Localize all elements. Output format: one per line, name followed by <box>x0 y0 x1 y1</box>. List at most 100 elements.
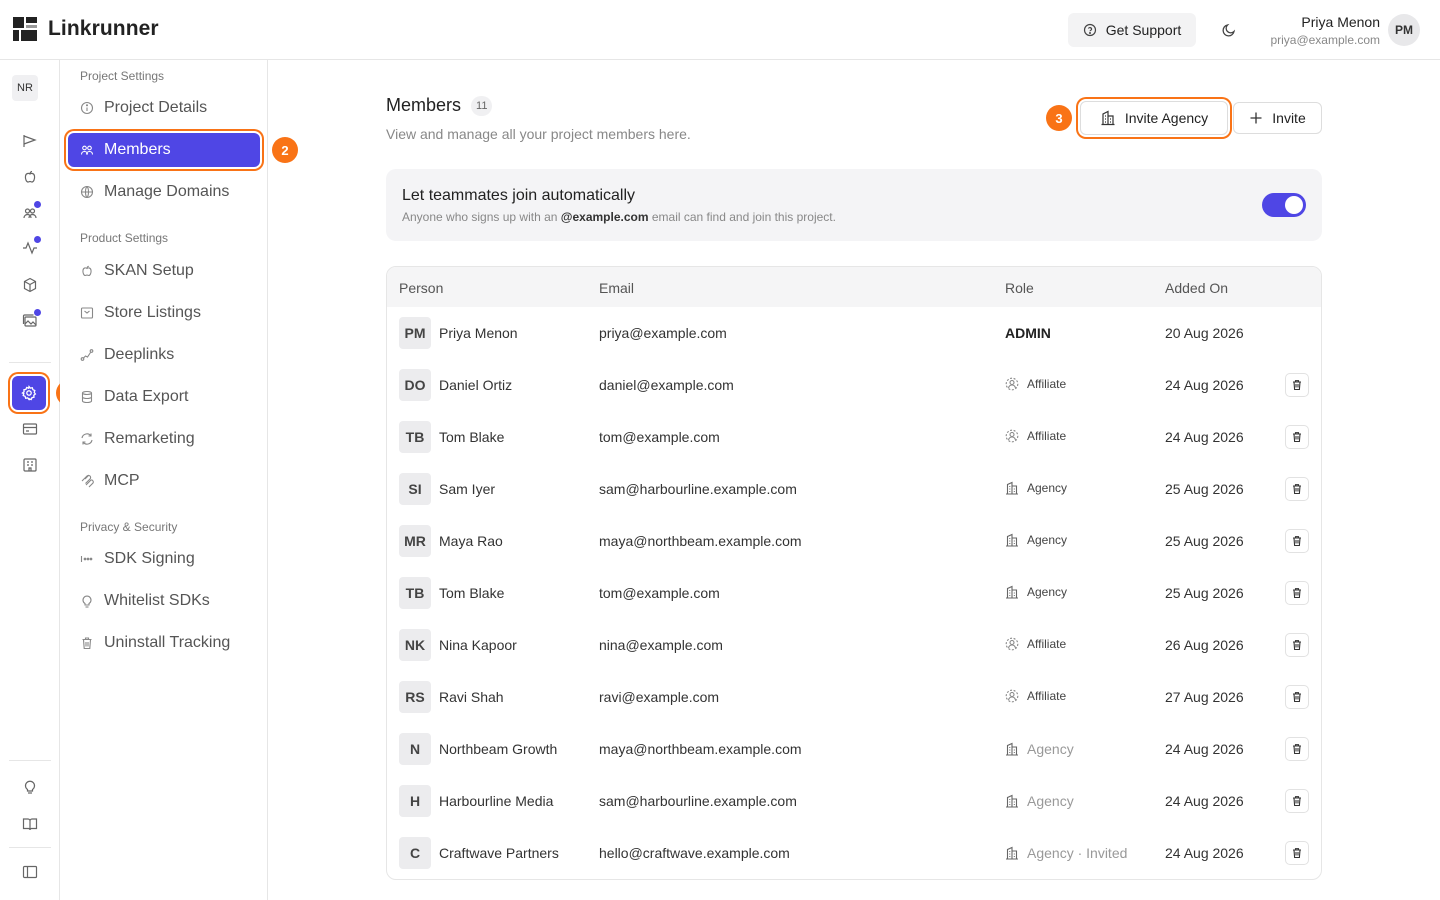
invite-button[interactable]: Invite <box>1233 102 1322 134</box>
role-label: Affiliate <box>1027 689 1067 703</box>
remove-member-button[interactable] <box>1285 789 1309 813</box>
person-name: Northbeam Growth <box>439 741 558 757</box>
table-row: DO Daniel Ortiz daniel@example.com Affiliat… <box>387 359 1321 411</box>
person-avatar: C <box>399 837 431 869</box>
building-icon[interactable] <box>20 455 40 475</box>
book-icon[interactable] <box>20 814 40 834</box>
apple-icon <box>80 264 94 278</box>
role-label: Agency <box>1027 481 1068 495</box>
table-row: N Northbeam Growth maya@northbeam.example.… <box>387 723 1321 775</box>
nav-remarketing[interactable]: Remarketing <box>68 422 260 456</box>
step-badge-2: 2 <box>272 137 298 163</box>
remove-member-button[interactable] <box>1285 373 1309 397</box>
added-on-date: 24 Aug 2026 <box>1165 377 1244 393</box>
remove-member-button[interactable] <box>1285 841 1309 865</box>
person-role: Affiliate <box>1005 377 1066 391</box>
person-role: ADMIN <box>1005 325 1051 341</box>
nav-whitelist-sdks[interactable]: Whitelist SDKs <box>68 584 260 618</box>
nav-uninstall-tracking[interactable]: Uninstall Tracking <box>68 626 260 660</box>
added-on-date: 26 Aug 2026 <box>1165 637 1244 653</box>
nav-mcp[interactable]: MCP <box>68 464 260 498</box>
remove-member-button[interactable] <box>1285 477 1309 501</box>
added-on-date: 24 Aug 2026 <box>1165 741 1244 757</box>
person-name: Ravi Shah <box>439 689 504 705</box>
link-icon <box>80 348 94 362</box>
billing-icon[interactable] <box>20 419 40 439</box>
affiliate-icon <box>1005 689 1019 703</box>
users-icon[interactable] <box>20 201 41 223</box>
table-header: Person Email Role Added On <box>387 267 1321 307</box>
notification-dot <box>34 309 41 316</box>
remove-member-button[interactable] <box>1285 633 1309 657</box>
remove-member-button[interactable] <box>1285 581 1309 605</box>
nav-members[interactable]: Members <box>68 133 260 167</box>
person-email: ravi@example.com <box>599 689 720 705</box>
invite-agency-label: Invite Agency <box>1124 110 1209 126</box>
get-support-button[interactable]: Get Support <box>1068 13 1196 47</box>
activity-icon[interactable] <box>20 236 41 258</box>
invite-agency-button[interactable]: Invite Agency <box>1080 101 1228 135</box>
person-name: Craftwave Partners <box>439 845 559 861</box>
sidebar-toggle-icon[interactable] <box>20 862 40 882</box>
page-title-text: Members <box>386 95 462 115</box>
notification-dot <box>34 236 41 243</box>
rail-divider <box>9 760 51 761</box>
logo[interactable]: Linkrunner <box>13 17 159 41</box>
nav-manage-domains[interactable]: Manage Domains <box>68 175 260 209</box>
section-project-settings: Project Settings <box>80 69 165 83</box>
apple-icon[interactable] <box>20 167 40 187</box>
table-row: MR Maya Rao maya@northbeam.example.com Agen… <box>387 515 1321 567</box>
page-title: Members 11 <box>386 95 493 116</box>
trash-icon <box>1291 535 1303 547</box>
settings-rail-button[interactable] <box>12 376 46 410</box>
person-name: Nina Kapoor <box>439 637 517 653</box>
affiliate-icon <box>1005 429 1019 443</box>
remove-member-button[interactable] <box>1285 529 1309 553</box>
person-avatar: DO <box>399 369 431 401</box>
table-row: RS Ravi Shah ravi@example.com Affiliate 27 A… <box>387 671 1321 723</box>
remove-member-button[interactable] <box>1285 425 1309 449</box>
nav-label: Whitelist SDKs <box>104 592 210 609</box>
person-avatar: NK <box>399 629 431 661</box>
trash-icon <box>1291 379 1303 391</box>
nav-sdk-signing[interactable]: SDK Signing <box>68 542 260 576</box>
nav-project-details[interactable]: Project Details <box>68 91 260 125</box>
icon-rail: NR <box>0 60 60 900</box>
signing-icon <box>80 552 94 566</box>
building-icon <box>1005 585 1019 599</box>
user-avatar[interactable]: PM <box>1388 14 1420 46</box>
nav-store-listings[interactable]: Store Listings <box>68 296 260 330</box>
project-switcher[interactable]: NR <box>12 75 38 101</box>
building-icon <box>1005 794 1019 808</box>
trash-icon <box>1291 483 1303 495</box>
theme-toggle-button[interactable] <box>1218 19 1240 41</box>
remove-member-button[interactable] <box>1285 737 1309 761</box>
members-table: Person Email Role Added On PM Priya Menon… <box>386 266 1322 880</box>
package-icon[interactable] <box>20 275 40 295</box>
role-label: Agency <box>1027 585 1068 599</box>
rail-divider <box>9 847 51 848</box>
images-icon[interactable] <box>20 309 41 331</box>
auto-join-card: Let teammates join automatically Anyone … <box>386 169 1322 241</box>
nav-label: Uninstall Tracking <box>104 634 231 651</box>
person-role: Agency <box>1005 741 1074 757</box>
user-email: priya@example.com <box>1270 33 1380 47</box>
auto-join-description: Anyone who signs up with an @example.com… <box>402 210 836 224</box>
trash-icon <box>1291 587 1303 599</box>
remove-member-button[interactable] <box>1285 685 1309 709</box>
nav-skan-setup[interactable]: SKAN Setup <box>68 254 260 288</box>
step-badge-3: 3 <box>1046 105 1072 131</box>
person-email: tom@example.com <box>599 429 720 445</box>
trash-icon <box>1291 431 1303 443</box>
campaigns-icon[interactable] <box>20 131 40 151</box>
table-row: C Craftwave Partners hello@craftwave.examp… <box>387 827 1321 879</box>
plus-icon <box>1250 112 1262 124</box>
person-role: Agency <box>1005 533 1067 547</box>
nav-deeplinks[interactable]: Deeplinks <box>68 338 260 372</box>
lightbulb-icon[interactable] <box>20 777 40 797</box>
person-email: maya@northbeam.example.com <box>599 533 802 549</box>
auto-join-toggle[interactable] <box>1262 193 1306 217</box>
nav-label: SDK Signing <box>104 550 195 567</box>
added-on-date: 27 Aug 2026 <box>1165 689 1244 705</box>
nav-data-export[interactable]: Data Export <box>68 380 260 414</box>
